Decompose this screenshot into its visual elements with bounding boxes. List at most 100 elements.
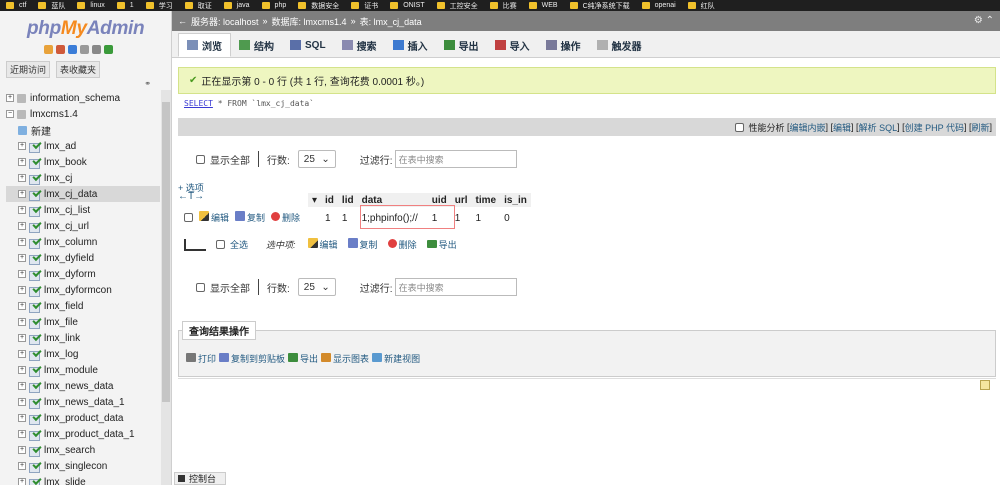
- edit-link[interactable]: 编辑: [833, 121, 851, 134]
- tab-4[interactable]: 插入: [385, 33, 436, 57]
- table-icon[interactable]: [29, 270, 40, 281]
- table-icon[interactable]: [29, 190, 40, 201]
- tab-5[interactable]: 导出: [436, 33, 487, 57]
- bookmark-item[interactable]: 比赛: [489, 1, 517, 11]
- collapse-icon[interactable]: −: [6, 110, 14, 118]
- expand-icon[interactable]: +: [18, 254, 26, 262]
- sidebar-table-item[interactable]: + lmx_product_data_1: [6, 426, 160, 442]
- tab-8[interactable]: 触发器: [589, 33, 650, 57]
- expand-icon[interactable]: +: [18, 190, 26, 198]
- breadcrumb-database[interactable]: 数据库: lmxcms1.4: [272, 15, 347, 28]
- home-icon[interactable]: [44, 45, 53, 54]
- db-item-information-schema[interactable]: + information_schema: [6, 90, 160, 106]
- column-header[interactable]: lid: [337, 193, 358, 207]
- sort-icon[interactable]: ▾: [308, 193, 322, 207]
- settings-icon[interactable]: [92, 45, 101, 54]
- expand-icon[interactable]: +: [18, 174, 26, 182]
- tab-0[interactable]: 浏览: [178, 33, 231, 57]
- expand-icon[interactable]: +: [18, 286, 26, 294]
- show-all-checkbox[interactable]: [196, 282, 205, 292]
- table-icon[interactable]: [29, 366, 40, 377]
- print-button[interactable]: 打印: [186, 352, 216, 365]
- filter-rows-input[interactable]: 在表中搜索: [394, 278, 517, 296]
- bookmark-item[interactable]: 蓝队: [38, 1, 65, 11]
- profiling-checkbox[interactable]: [735, 122, 745, 132]
- table-cell[interactable]: 1: [338, 207, 358, 229]
- expand-icon[interactable]: +: [18, 302, 26, 310]
- expand-icon[interactable]: +: [18, 206, 26, 214]
- expand-icon[interactable]: +: [18, 414, 26, 422]
- rows-select[interactable]: 25 ⌄: [297, 278, 336, 296]
- bookmark-item[interactable]: 工控安全: [436, 1, 478, 11]
- sidebar-table-item[interactable]: + lmx_column: [6, 234, 160, 250]
- table-icon[interactable]: [29, 142, 40, 153]
- copy-clipboard-button[interactable]: 复制到剪贴板: [219, 352, 285, 365]
- column-header[interactable]: time: [471, 193, 501, 207]
- bulk-edit-button[interactable]: 编辑: [307, 238, 338, 251]
- sidebar-table-item[interactable]: + lmx_ad: [6, 138, 160, 154]
- recent-tab[interactable]: 近期访问: [6, 61, 51, 78]
- new-view-button[interactable]: 新建视图: [372, 352, 420, 365]
- expand-icon[interactable]: +: [18, 366, 26, 374]
- expand-icon[interactable]: +: [18, 334, 26, 342]
- db-item-lmxcms[interactable]: − lmxcms1.4: [6, 106, 160, 122]
- sidebar-table-item[interactable]: + lmx_singlecon: [6, 458, 160, 474]
- breadcrumb-server[interactable]: 服务器: localhost: [191, 15, 259, 28]
- refresh-link[interactable]: 刷新: [971, 121, 989, 134]
- table-icon[interactable]: [29, 446, 40, 457]
- table-cell[interactable]: 1: [321, 207, 338, 229]
- scrollbar-thumb[interactable]: [162, 102, 170, 402]
- explain-sql-link[interactable]: 解析 SQL: [859, 121, 898, 134]
- create-php-link[interactable]: 创建 PHP 代码: [905, 121, 964, 134]
- help-icon[interactable]: [68, 45, 77, 54]
- sidebar-table-item[interactable]: + lmx_slide: [6, 474, 160, 485]
- expand-icon[interactable]: +: [18, 462, 26, 470]
- sidebar-table-item[interactable]: + lmx_search: [6, 442, 160, 458]
- expand-icon[interactable]: +: [18, 222, 26, 230]
- table-icon[interactable]: [29, 414, 40, 425]
- console-button[interactable]: 控制台: [174, 472, 226, 485]
- sidebar-table-item[interactable]: + lmx_product_data: [6, 410, 160, 426]
- bulk-export-button[interactable]: 导出: [426, 238, 457, 251]
- sidebar-table-item[interactable]: + lmx_cj_list: [6, 202, 160, 218]
- new-table-item[interactable]: 新建: [6, 122, 160, 138]
- expand-icon[interactable]: +: [18, 270, 26, 278]
- row-copy-button[interactable]: 复制: [235, 211, 265, 224]
- bookmark-item[interactable]: php: [261, 2, 286, 9]
- sidebar-table-item[interactable]: + lmx_book: [6, 154, 160, 170]
- link-icon[interactable]: ⚭: [144, 79, 151, 88]
- bookmark-item[interactable]: WEB: [528, 2, 558, 9]
- table-cell[interactable]: 1: [472, 207, 501, 229]
- row-edit-button[interactable]: 编辑: [199, 211, 229, 224]
- bookmark-item[interactable]: 1: [116, 2, 134, 9]
- rows-select[interactable]: 25 ⌄: [297, 150, 336, 168]
- bookmark-item[interactable]: 证书: [351, 1, 378, 11]
- bookmark-item[interactable]: 数据安全: [298, 1, 339, 11]
- table-icon[interactable]: [29, 430, 40, 441]
- table-cell[interactable]: 0: [500, 207, 531, 229]
- bookmark-item[interactable]: C纯净系统下载: [569, 1, 630, 11]
- expand-icon[interactable]: +: [18, 382, 26, 390]
- favorites-tab[interactable]: 表收藏夹: [56, 61, 101, 78]
- notes-icon[interactable]: [980, 380, 990, 390]
- sidebar-table-item[interactable]: + lmx_dyform: [6, 266, 160, 282]
- bookmark-item[interactable]: 取证: [184, 1, 212, 11]
- expand-icon[interactable]: +: [18, 318, 26, 326]
- table-icon[interactable]: [29, 174, 40, 185]
- table-icon[interactable]: [29, 398, 40, 409]
- inline-edit-link[interactable]: 编辑内嵌: [790, 121, 826, 134]
- bookmark-item[interactable]: openai: [641, 2, 676, 9]
- table-icon[interactable]: [29, 254, 40, 265]
- table-icon[interactable]: [29, 206, 40, 217]
- expand-icon[interactable]: +: [18, 350, 26, 358]
- export-button[interactable]: 导出: [288, 352, 318, 365]
- sidebar-table-item[interactable]: + lmx_news_data_1: [6, 394, 160, 410]
- sidebar-table-item[interactable]: + lmx_cj_url: [6, 218, 160, 234]
- tab-6[interactable]: 导入: [487, 33, 538, 57]
- sidebar-table-item[interactable]: + lmx_module: [6, 362, 160, 378]
- reload-icon[interactable]: [104, 45, 113, 54]
- tab-7[interactable]: 操作: [538, 33, 589, 57]
- sidebar-table-item[interactable]: + lmx_field: [6, 298, 160, 314]
- expand-icon[interactable]: +: [18, 142, 26, 150]
- sidebar-table-item[interactable]: + lmx_cj: [6, 170, 160, 186]
